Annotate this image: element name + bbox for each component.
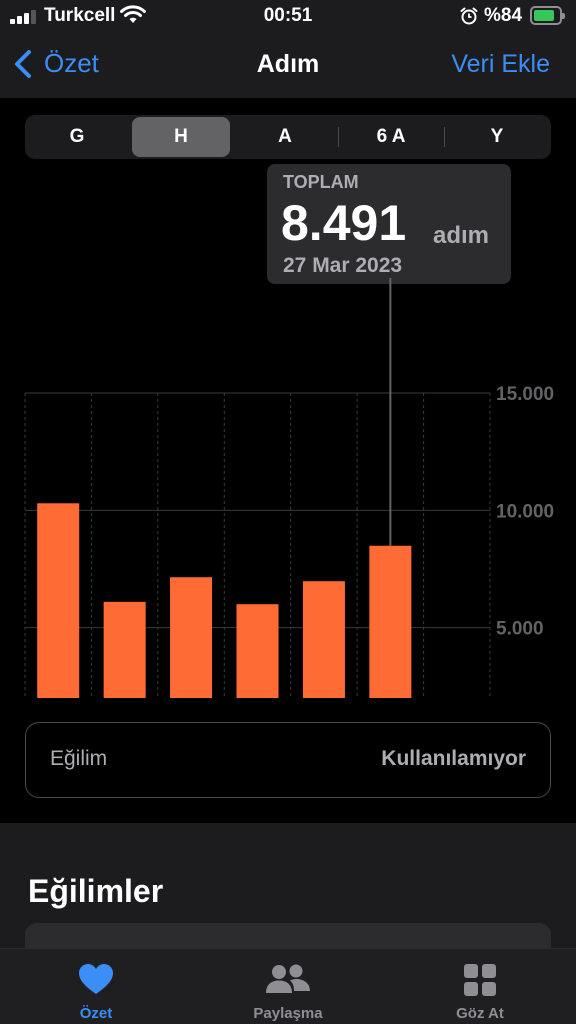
tooltip-date: 27 Mar 2023 bbox=[283, 254, 403, 277]
segment-day[interactable]: G bbox=[27, 117, 127, 157]
tooltip-value: 8.491 bbox=[281, 195, 407, 251]
status-bar: Turkcell 00:51 %84 bbox=[0, 0, 576, 34]
tab-bar: Özet Paylaşma Göz At bbox=[0, 948, 576, 1024]
y-tick-label: 15.000 bbox=[496, 384, 554, 405]
chart-bar bbox=[369, 545, 412, 698]
grid-icon bbox=[464, 964, 496, 996]
steps-bar-chart[interactable]: 05.00010.00015.000ÇarPerCumCmtPazPztSal bbox=[0, 278, 576, 698]
people-icon bbox=[266, 964, 310, 993]
tab-browse-label: Göz At bbox=[456, 1005, 504, 1022]
battery-percent: %84 bbox=[484, 5, 523, 26]
trends-section: Eğilimler bbox=[0, 823, 576, 963]
tab-summary-label: Özet bbox=[79, 1005, 113, 1022]
trend-card[interactable]: Eğilim Kullanılamıyor bbox=[25, 722, 551, 798]
tab-summary[interactable]: Özet bbox=[26, 957, 166, 1024]
chart-bar bbox=[37, 503, 80, 698]
heart-icon bbox=[79, 964, 113, 994]
tooltip-unit: adım bbox=[433, 222, 490, 249]
tab-sharing-label: Paylaşma bbox=[253, 1005, 323, 1022]
tab-sharing[interactable]: Paylaşma bbox=[218, 957, 358, 1024]
y-tick-label: 5.000 bbox=[496, 619, 544, 640]
chart-bar bbox=[170, 577, 213, 698]
segment-divider bbox=[444, 127, 445, 147]
chart-bar bbox=[236, 604, 279, 698]
battery-icon bbox=[530, 6, 565, 25]
segment-month[interactable]: A bbox=[235, 117, 335, 157]
segment-year[interactable]: Y bbox=[447, 117, 547, 157]
navigation-bar: Özet Adım Veri Ekle bbox=[0, 34, 576, 98]
add-data-button[interactable]: Veri Ekle bbox=[451, 50, 550, 79]
trend-label: Eğilim bbox=[50, 747, 108, 770]
selection-tooltip: TOPLAM 8.491 adım 27 Mar 2023 bbox=[267, 164, 511, 284]
segment-divider bbox=[338, 127, 339, 147]
chart-bar bbox=[302, 581, 345, 698]
y-tick-label: 10.000 bbox=[496, 501, 554, 522]
period-segmented-control: G H A 6 A Y bbox=[25, 115, 551, 159]
section-title: Eğilimler bbox=[28, 873, 164, 909]
segment-week[interactable]: H bbox=[132, 117, 230, 157]
chart-area: G H A 6 A Y TOPLAM 8.491 adım 27 Mar 202… bbox=[0, 98, 576, 823]
alarm-icon bbox=[460, 7, 478, 25]
chart-bar bbox=[103, 601, 146, 698]
segment-six-months[interactable]: 6 A bbox=[341, 117, 441, 157]
tab-browse[interactable]: Göz At bbox=[410, 957, 550, 1024]
tooltip-label: TOPLAM bbox=[283, 172, 359, 192]
trend-value: Kullanılamıyor bbox=[381, 747, 526, 770]
